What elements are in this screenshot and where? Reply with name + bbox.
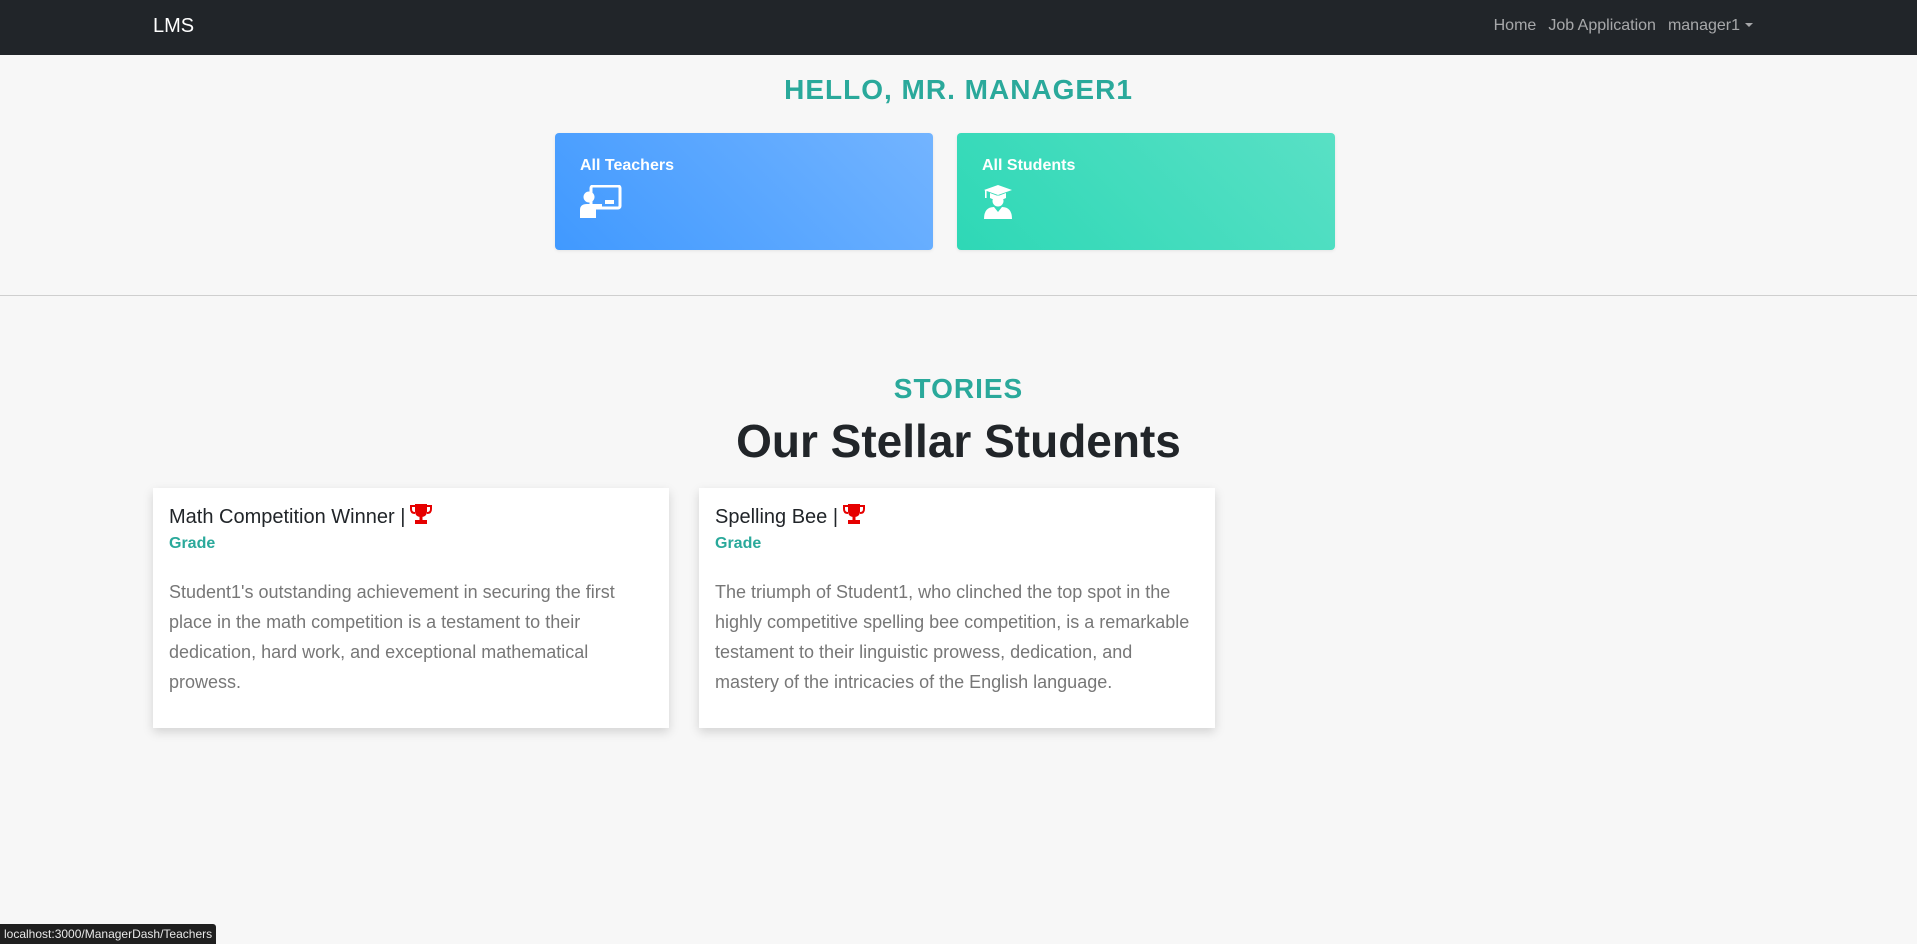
stories-eyebrow: STORIES	[893, 373, 1024, 404]
top-navbar: LMS Home Job Application manager1	[0, 0, 1917, 55]
story-title: Math Competition Winner |	[169, 505, 406, 528]
all-teachers-title: All Teachers	[580, 157, 674, 174]
story-grade-label: Grade	[715, 535, 762, 552]
brand-logo[interactable]: LMS	[153, 15, 194, 38]
nav-home-link[interactable]: Home	[1494, 17, 1537, 35]
caret-down-icon	[1745, 23, 1753, 27]
browser-status-bar: localhost:3000/ManagerDash/Teachers	[0, 924, 217, 944]
story-card: Spelling Bee | Grade The triumph of Stud…	[699, 488, 1215, 728]
story-grade-label: Grade	[169, 535, 216, 552]
story-title-row: Math Competition Winner |	[169, 503, 433, 531]
all-students-card[interactable]: All Students	[957, 133, 1335, 250]
nav-links: Home Job Application manager1	[1494, 17, 1753, 35]
all-students-title: All Students	[982, 157, 1076, 174]
nav-job-application-link[interactable]: Job Application	[1548, 17, 1656, 35]
story-card: Math Competition Winner | Grade Student1…	[153, 488, 669, 728]
stories-heading: Our Stellar Students	[736, 415, 1181, 467]
user-menu-label: manager1	[1667, 17, 1740, 34]
teacher-board-icon	[580, 184, 622, 224]
trophy-icon	[843, 503, 866, 531]
trophy-icon	[410, 503, 433, 531]
graduate-icon	[982, 185, 1014, 224]
all-teachers-card[interactable]: All Teachers	[555, 133, 933, 250]
user-menu-dropdown[interactable]: manager1	[1668, 17, 1753, 35]
story-text: Student1's outstanding achievement in se…	[169, 582, 615, 692]
story-text: The triumph of Student1, who clinched th…	[715, 582, 1190, 692]
section-divider	[0, 295, 1917, 296]
greeting-heading: HELLO, MR. MANAGER1	[784, 74, 1133, 105]
story-title-row: Spelling Bee |	[715, 503, 866, 531]
story-title: Spelling Bee |	[715, 505, 839, 528]
